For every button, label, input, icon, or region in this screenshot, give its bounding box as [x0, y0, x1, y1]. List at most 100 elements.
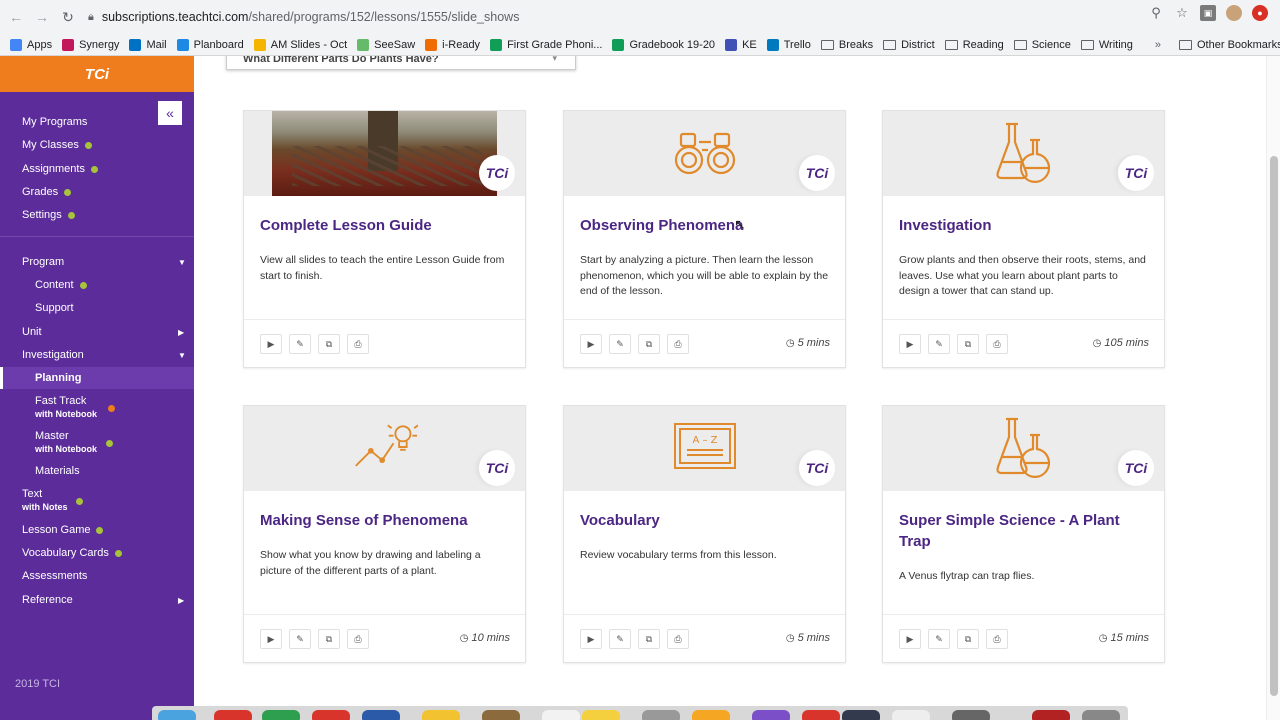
- sidebar-item-text[interactable]: Text with Notes: [22, 489, 68, 513]
- card-description: Grow plants and then observe their roots…: [899, 254, 1146, 297]
- bookmark-science[interactable]: Science: [1013, 39, 1071, 51]
- lesson-card-observing-phenomena[interactable]: TCi Observing Phenomena Start by analyzing…: [563, 110, 846, 368]
- profile-avatar-icon[interactable]: [1226, 5, 1242, 21]
- edit-button[interactable]: ✎: [289, 629, 311, 649]
- reload-icon[interactable]: ↻: [56, 5, 80, 29]
- card-title[interactable]: Super Simple Science - A Plant Trap: [899, 510, 1149, 552]
- play-button[interactable]: ▶: [260, 629, 282, 649]
- edit-button[interactable]: ✎: [928, 629, 950, 649]
- card-media[interactable]: TCi: [883, 406, 1164, 491]
- bookmark-synergy[interactable]: Synergy: [62, 38, 119, 51]
- edit-button[interactable]: ✎: [928, 334, 950, 354]
- sidebar-divider: [0, 236, 194, 237]
- sidebar-item-master[interactable]: Master with Notebook: [35, 431, 97, 455]
- print-button[interactable]: ⎙: [347, 334, 369, 354]
- sheets-icon: [612, 38, 625, 51]
- card-media[interactable]: TCi: [244, 111, 525, 196]
- bookmark-i-ready[interactable]: i-Ready: [425, 38, 480, 51]
- page-scrollbar[interactable]: [1266, 56, 1280, 720]
- bookmark-ke[interactable]: KE: [725, 38, 757, 51]
- bookmark-am-slides-oct[interactable]: AM Slides - Oct: [253, 38, 347, 51]
- card-title[interactable]: Vocabulary: [580, 510, 830, 531]
- lesson-card-complete-lesson-guide[interactable]: TCi Complete Lesson Guide View all slides …: [243, 110, 526, 368]
- sidebar-item-grades[interactable]: Grades: [22, 186, 72, 198]
- card-title[interactable]: Complete Lesson Guide: [260, 215, 510, 236]
- sidebar-item-fast-track[interactable]: Fast Track with Notebook: [35, 396, 97, 420]
- sidebar-item-lesson-game[interactable]: Lesson Game: [22, 524, 104, 536]
- other-bookmarks[interactable]: Other Bookmarks: [1179, 39, 1280, 51]
- sidebar-item-content[interactable]: Content: [35, 279, 87, 291]
- more-bookmarks-icon[interactable]: »: [1155, 39, 1161, 51]
- lesson-card-vocabulary[interactable]: A – Z TCi Vocabulary Review vocabulary term…: [563, 405, 846, 663]
- play-button[interactable]: ▶: [580, 629, 602, 649]
- sidebar-item-assessments[interactable]: Assessments: [22, 570, 87, 582]
- card-media[interactable]: TCi: [244, 406, 525, 491]
- copy-button[interactable]: ⧉: [638, 334, 660, 354]
- play-button[interactable]: ▶: [260, 334, 282, 354]
- sidebar-item-investigation[interactable]: Investigation: [22, 349, 84, 361]
- bookmark-first-grade-phoni[interactable]: First Grade Phoni...: [490, 38, 602, 51]
- collapse-sidebar-button[interactable]: «: [158, 101, 182, 125]
- lesson-card-investigation[interactable]: TCi Investigation Grow plants and then obs…: [882, 110, 1165, 368]
- bookmark-reading[interactable]: Reading: [944, 39, 1004, 51]
- address-bar[interactable]: 🔒︎ subscriptions.teachtci.com/shared/pro…: [88, 4, 1128, 30]
- edit-button[interactable]: ✎: [609, 334, 631, 354]
- card-media[interactable]: TCi: [564, 111, 845, 196]
- card-description: Start by analyzing a picture. Then learn…: [580, 254, 829, 297]
- card-title[interactable]: Making Sense of Phenomena: [260, 510, 510, 531]
- bookmark-gradebook-19-20[interactable]: Gradebook 19-20: [612, 38, 715, 51]
- print-button[interactable]: ⎙: [986, 629, 1008, 649]
- forward-arrow-icon[interactable]: →: [30, 5, 54, 29]
- sidebar-item-materials[interactable]: Materials: [35, 465, 80, 477]
- lesson-card-super-simple-science[interactable]: TCi Super Simple Science - A Plant Trap A …: [882, 405, 1165, 663]
- card-actions: ▶ ✎ ⧉ ⎙ ◷ 5 mins: [564, 614, 845, 662]
- lesson-card-making-sense-of-phenomena[interactable]: TCi Making Sense of Phenomena Show what yo…: [243, 405, 526, 663]
- copy-button[interactable]: ⧉: [638, 629, 660, 649]
- bookmark-breaks[interactable]: Breaks: [820, 39, 873, 51]
- bookmark-writing[interactable]: Writing: [1080, 39, 1133, 51]
- sidebar-item-my-classes[interactable]: My Classes: [22, 139, 92, 151]
- play-button[interactable]: ▶: [580, 334, 602, 354]
- print-button[interactable]: ⎙: [347, 629, 369, 649]
- card-media[interactable]: TCi: [883, 111, 1164, 196]
- sidebar-item-program[interactable]: Program: [22, 256, 64, 268]
- folder-icon: [883, 39, 897, 50]
- print-button[interactable]: ⎙: [986, 334, 1008, 354]
- edit-button[interactable]: ✎: [609, 629, 631, 649]
- lesson-question-dropdown[interactable]: What Different Parts Do Plants Have? ▾: [226, 56, 576, 70]
- bookmark-planboard[interactable]: Planboard: [176, 38, 244, 51]
- sidebar-item-unit[interactable]: Unit: [22, 326, 42, 338]
- sidebar-item-support[interactable]: Support: [35, 302, 74, 314]
- tci-logo[interactable]: TCi: [0, 56, 194, 92]
- extension-icon[interactable]: ▣: [1200, 5, 1216, 21]
- card-title[interactable]: Investigation: [899, 215, 1149, 236]
- copy-button[interactable]: ⧉: [318, 334, 340, 354]
- star-bookmark-icon[interactable]: ☆: [1174, 5, 1190, 21]
- sidebar-item-vocabulary-cards[interactable]: Vocabulary Cards: [22, 547, 122, 559]
- sidebar-item-reference[interactable]: Reference: [22, 594, 73, 606]
- bookmark-mail[interactable]: Mail: [129, 38, 167, 51]
- bookmark-label: District: [901, 38, 935, 51]
- sidebar-item-assignments[interactable]: Assignments: [22, 163, 98, 175]
- extension-red-icon[interactable]: ●: [1252, 5, 1268, 21]
- bookmark-seesaw[interactable]: SeeSaw: [357, 38, 415, 51]
- copy-button[interactable]: ⧉: [957, 334, 979, 354]
- card-media[interactable]: A – Z TCi: [564, 406, 845, 491]
- card-title[interactable]: Observing Phenomena: [580, 215, 830, 236]
- play-button[interactable]: ▶: [899, 629, 921, 649]
- sidebar-item-planning[interactable]: Planning: [35, 372, 81, 384]
- scrollbar-thumb[interactable]: [1270, 156, 1278, 696]
- back-arrow-icon[interactable]: ←: [4, 5, 28, 29]
- bookmark-district[interactable]: District: [883, 39, 935, 51]
- edit-button[interactable]: ✎: [289, 334, 311, 354]
- bookmark-apps[interactable]: Apps: [10, 38, 52, 51]
- sidebar-item-my-programs[interactable]: My Programs: [22, 116, 87, 128]
- play-button[interactable]: ▶: [899, 334, 921, 354]
- zoom-icon[interactable]: ⚲: [1148, 5, 1164, 21]
- print-button[interactable]: ⎙: [667, 334, 689, 354]
- print-button[interactable]: ⎙: [667, 629, 689, 649]
- copy-button[interactable]: ⧉: [957, 629, 979, 649]
- sidebar-item-settings[interactable]: Settings: [22, 209, 75, 221]
- copy-button[interactable]: ⧉: [318, 629, 340, 649]
- bookmark-trello[interactable]: Trello: [766, 38, 811, 51]
